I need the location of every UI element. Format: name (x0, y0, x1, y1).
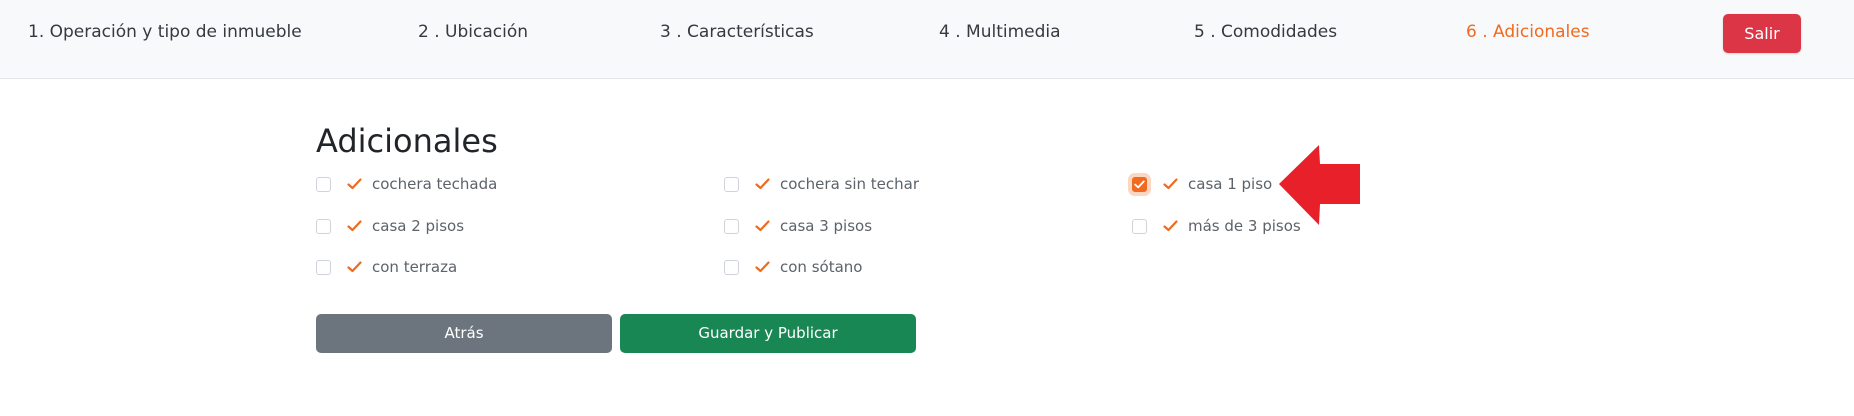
step-5-comodidades[interactable]: 5 . Comodidades (1194, 21, 1337, 43)
option-mas-de-3-pisos: más de 3 pisos (1132, 214, 1301, 238)
checkmark-icon (1134, 180, 1145, 188)
check-icon (347, 220, 362, 232)
step-3-caracteristicas[interactable]: 3 . Características (660, 21, 814, 43)
step-2-ubicacion[interactable]: 2 . Ubicación (418, 21, 528, 43)
option-label[interactable]: cochera sin techar (780, 175, 919, 193)
option-label[interactable]: con terraza (372, 258, 457, 276)
checkbox[interactable] (316, 259, 331, 275)
option-casa-2-pisos: casa 2 pisos (316, 214, 464, 238)
check-icon (755, 178, 770, 190)
exit-button[interactable]: Salir (1723, 14, 1801, 53)
check-icon (1163, 220, 1178, 232)
option-cochera-sin-techar: cochera sin techar (724, 172, 919, 196)
check-icon (347, 178, 362, 190)
option-con-sotano: con sótano (724, 255, 862, 279)
option-cochera-techada: cochera techada (316, 172, 497, 196)
checkbox-checked[interactable] (1132, 176, 1147, 192)
check-icon (755, 220, 770, 232)
checkbox[interactable] (316, 176, 331, 192)
option-label[interactable]: casa 2 pisos (372, 217, 464, 235)
left-arrow-icon (1279, 145, 1360, 225)
save-publish-button[interactable]: Guardar y Publicar (620, 314, 916, 353)
check-icon (347, 261, 362, 273)
wizard-step-bar: 1. Operación y tipo de inmueble 2 . Ubic… (0, 0, 1854, 79)
option-label[interactable]: casa 3 pisos (780, 217, 872, 235)
checkbox[interactable] (724, 176, 739, 192)
step-1-operacion[interactable]: 1. Operación y tipo de inmueble (28, 21, 302, 43)
option-label[interactable]: cochera techada (372, 175, 497, 193)
back-button[interactable]: Atrás (316, 314, 612, 353)
option-casa-1-piso: casa 1 piso (1132, 172, 1272, 196)
option-con-terraza: con terraza (316, 255, 457, 279)
section-title: Adicionales (316, 122, 498, 160)
option-casa-3-pisos: casa 3 pisos (724, 214, 872, 238)
checkbox[interactable] (724, 259, 739, 275)
option-label[interactable]: casa 1 piso (1188, 175, 1272, 193)
checkbox[interactable] (316, 218, 331, 234)
step-6-adicionales[interactable]: 6 . Adicionales (1466, 21, 1590, 43)
option-label[interactable]: con sótano (780, 258, 862, 276)
check-icon (1163, 178, 1178, 190)
checkbox[interactable] (1132, 218, 1147, 234)
check-icon (755, 261, 770, 273)
checkbox[interactable] (724, 218, 739, 234)
step-4-multimedia[interactable]: 4 . Multimedia (939, 21, 1061, 43)
